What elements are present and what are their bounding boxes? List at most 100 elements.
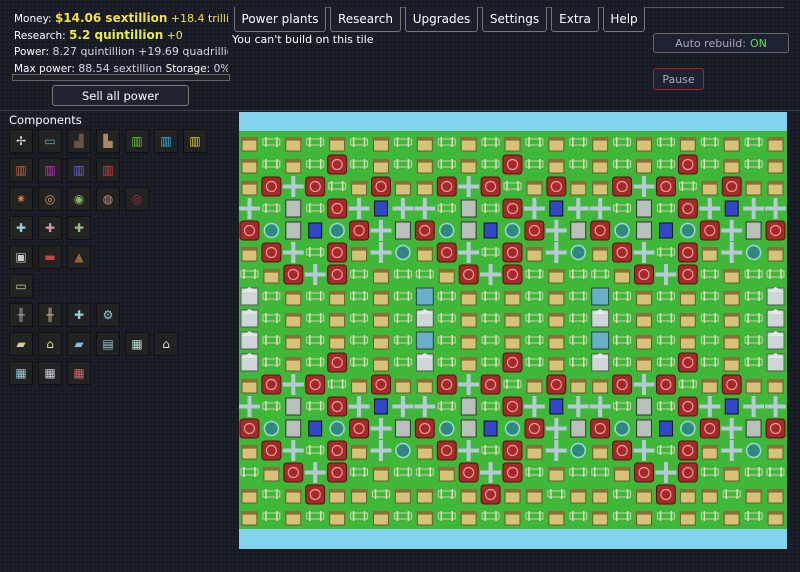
house-roof (372, 313, 390, 316)
game-map[interactable] (239, 112, 787, 549)
storage-progress-bar (12, 74, 230, 81)
house-roof (460, 511, 478, 514)
house-roof (504, 335, 521, 338)
truck-icon[interactable]: ▰ (9, 332, 33, 356)
tab-research[interactable]: Research (330, 7, 401, 32)
house-roof (591, 159, 609, 162)
house-roof (328, 489, 346, 492)
house-roof (504, 291, 521, 294)
uranium-cell-icon[interactable]: ▥ (9, 158, 33, 182)
nuclear-rod-icon[interactable]: ▥ (125, 129, 149, 153)
cooling-fan-icon[interactable]: ✷ (9, 187, 33, 211)
reactor-tile (414, 220, 435, 241)
wind-turbine-icon[interactable]: ✢ (9, 129, 33, 153)
reactor-tile (677, 352, 698, 373)
gear-icon[interactable]: ⚙ (96, 303, 120, 327)
power-value: 8.27 quintillion +19.69 quadrillion (52, 45, 228, 58)
school-icon[interactable]: ▦ (38, 361, 62, 385)
sell-all-power-button[interactable]: Sell all power (52, 85, 189, 106)
gas-plant-icon[interactable]: ▙ (96, 129, 120, 153)
insulator-icon[interactable]: ▭ (9, 274, 33, 298)
pipe-h (392, 206, 414, 211)
components-row: ✷ ◎ ◉ ◍ ◎ (9, 187, 212, 216)
house-tile (767, 161, 784, 174)
house-roof (635, 511, 653, 514)
house-roof (372, 269, 390, 272)
house-roof (372, 511, 390, 514)
bus-icon[interactable]: ▤ (96, 332, 120, 356)
cell-tile (658, 222, 673, 239)
house-tile (394, 491, 411, 504)
factory-icon[interactable]: ▦ (67, 361, 91, 385)
bank-icon[interactable]: ⌂ (154, 332, 178, 356)
gear-tile (745, 244, 762, 261)
house-roof (394, 379, 412, 382)
transformer-icon[interactable]: ▬ (38, 245, 62, 269)
tab-upgrades[interactable]: Upgrades (405, 7, 478, 32)
house-icon[interactable]: ⌂ (38, 332, 62, 356)
house-tile (460, 161, 477, 174)
reactor-tile (436, 176, 457, 197)
house-roof (416, 159, 434, 162)
reactor-tile (524, 220, 545, 241)
house-tile (526, 381, 543, 394)
house-tile (438, 271, 455, 284)
solar-panel-icon[interactable]: ▭ (38, 129, 62, 153)
battery-icon[interactable]: ✚ (67, 216, 91, 240)
house-tile (285, 359, 302, 372)
components-row: ▦ ▦ ▦ (9, 361, 212, 390)
apartment-icon[interactable]: ▦ (9, 361, 33, 385)
thorium-cell-icon[interactable]: ▥ (67, 158, 91, 182)
tab-power-plants[interactable]: Power plants (234, 7, 326, 32)
house-roof (723, 467, 741, 470)
tab-help[interactable]: Help (603, 7, 645, 32)
house-tile (767, 447, 784, 460)
house-tile (285, 293, 302, 306)
pause-button[interactable]: Pause (653, 68, 704, 90)
house-roof (701, 379, 719, 382)
car-icon[interactable]: ▰ (67, 332, 91, 356)
house-roof (591, 511, 609, 514)
house-roof (416, 445, 434, 448)
map-canvas[interactable] (239, 112, 787, 549)
heat-sink-icon[interactable]: ◉ (67, 187, 91, 211)
reactor-tile (524, 418, 545, 439)
fusion-rod-icon[interactable]: ▥ (154, 129, 178, 153)
maxpower-value: 88.54 sextillion (78, 61, 163, 75)
pipe-h (370, 228, 392, 233)
office-icon[interactable]: ▦ (125, 332, 149, 356)
pipe-junction-icon[interactable]: ✚ (9, 216, 33, 240)
house-tile (679, 513, 696, 526)
cross-pipe-icon[interactable]: ✚ (67, 303, 91, 327)
tab-extra[interactable]: Extra (551, 7, 599, 32)
fusion-rod-yellow-icon[interactable]: ▥ (183, 129, 207, 153)
generator-icon[interactable]: ▲ (67, 245, 91, 269)
plutonium-cell-icon[interactable]: ▥ (38, 158, 62, 182)
pipe-h (480, 272, 502, 277)
fence-alt-icon[interactable]: ╫ (38, 303, 62, 327)
auto-rebuild-toggle[interactable]: Auto rebuild: ON (653, 33, 789, 53)
coal-plant-icon[interactable]: ▟ (67, 129, 91, 153)
house-tile (548, 293, 565, 306)
heat-vent-icon[interactable]: ◍ (96, 187, 120, 211)
tab-settings[interactable]: Settings (482, 7, 547, 32)
reactor-core-icon[interactable]: ◎ (125, 187, 149, 211)
fence-icon[interactable]: ╫ (9, 303, 33, 327)
storage-tile (394, 419, 411, 438)
house-roof (723, 357, 741, 360)
house-tile (526, 491, 543, 504)
storage-block-icon[interactable]: ▣ (9, 245, 33, 269)
house-roof (350, 379, 368, 382)
heat-pipe-icon[interactable]: ✚ (38, 216, 62, 240)
house-roof (284, 335, 302, 338)
cell-icon[interactable]: ▥ (96, 158, 120, 182)
house-roof (460, 489, 478, 492)
house-tile (329, 315, 346, 328)
maxpower-label: Max power: (14, 62, 75, 75)
house-tile (723, 139, 740, 152)
heat-exchanger-icon[interactable]: ◎ (38, 187, 62, 211)
house-tile (416, 513, 433, 526)
reactor-tile (327, 154, 348, 175)
house-roof (328, 511, 346, 514)
status-message: You can't build on this tile (232, 33, 374, 46)
